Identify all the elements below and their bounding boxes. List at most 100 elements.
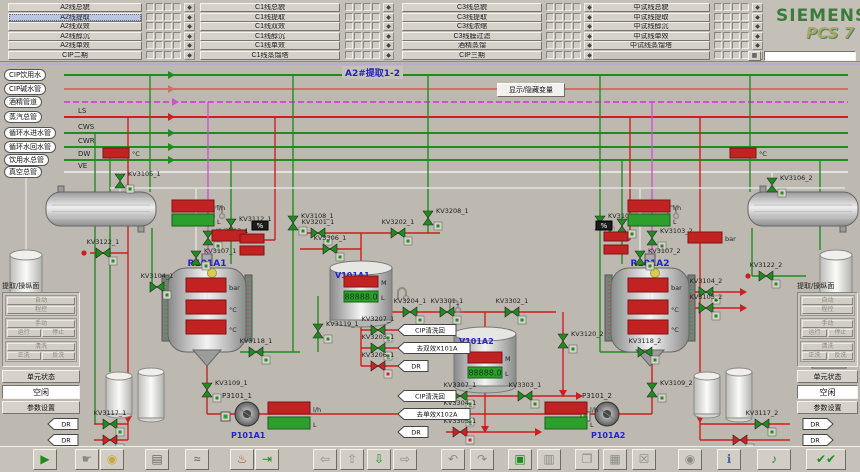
save-layout-button[interactable]: ▦ [603,449,627,470]
nav-button-pilot-line-1[interactable]: 中试线提取 [592,13,710,22]
nav-button-c1-line-1[interactable]: C1线提取 [200,13,340,22]
forward-button[interactable]: ⇨ [393,449,417,470]
bell-icon[interactable]: ◆ [184,41,195,50]
process-indicator[interactable]: l/h [628,200,681,212]
print-button[interactable]: ▥ [537,449,561,470]
bell-icon[interactable]: ◆ [383,51,394,60]
bell-icon[interactable]: ◆ [752,22,763,31]
audio-alarm-button[interactable]: ♪ [757,449,791,470]
panel-mode-button[interactable]: 手动 [7,320,75,328]
process-indicator[interactable]: L [268,417,317,429]
nav-button-c1-line-0[interactable]: C1线总貌 [200,3,340,12]
heat-exchanger-left[interactable] [46,186,156,232]
panel-mode-button[interactable]: 自动 [7,297,75,305]
down-button[interactable]: ⇩ [367,449,391,470]
panel-action-button[interactable]: 正洗 [802,352,827,360]
nav-button-c3-line-1[interactable]: C3线提取 [402,13,542,22]
panel-mode-button[interactable]: 手动 [802,320,853,328]
parameter-settings-button[interactable]: 参数设置 [2,401,80,414]
unit-status-button[interactable]: 单元状态 [2,370,80,383]
nav-button-c3-line-5[interactable]: CIP三期 [402,51,542,60]
panel-action-button[interactable]: 停止 [828,329,853,337]
undo-button[interactable]: ↶ [441,449,465,470]
command-button[interactable]: ▦ [748,51,761,61]
panel-mode-button[interactable]: 清洗 [802,343,853,351]
bell-icon[interactable]: ◆ [383,3,394,12]
valve-KV3109_2[interactable]: KV3109_2 [647,379,693,402]
nav-button-a2-line-1[interactable]: A2线提取 [8,13,142,22]
nav-button-a2-line-5[interactable]: CIP二期 [8,51,142,60]
valve-KV3105_1[interactable]: KV3105_1 [115,170,161,193]
process-indicator[interactable]: bar [688,232,736,243]
valve-KV3206_1[interactable]: KV3206_1 [362,351,395,378]
nav-button-c3-line-3[interactable]: C3线膜过滤 [402,32,542,41]
buffer-tank[interactable] [694,372,720,418]
tile-windows-button[interactable]: ❐ [575,449,599,470]
valve-KV3208_1[interactable]: KV3208_1 [423,207,469,230]
bell-icon[interactable]: ◆ [752,3,763,12]
bell-icon[interactable]: ◆ [184,32,195,41]
valve-KV3117_2[interactable]: KV3117_2 [746,409,779,436]
panel-action-button[interactable]: 反洗 [828,352,853,360]
report-button[interactable]: ▤ [145,449,169,470]
parameter-settings-button[interactable]: 参数设置 [797,401,858,414]
nav-button-c1-line-2[interactable]: C1线双效 [200,22,340,31]
process-indicator[interactable]: % [596,221,612,230]
valve-KV3118_1[interactable]: KV3118_1 [240,337,273,364]
process-indicator[interactable]: °C [103,148,140,158]
process-indicator[interactable] [240,234,264,243]
bell-icon[interactable]: ◆ [184,51,195,60]
valve-KV3305_1[interactable]: KV3305_1 [444,417,477,444]
nav-button-pilot-line-2[interactable]: 中试线醇沉 [592,22,710,31]
process-indicator[interactable]: L [172,214,221,226]
panel-action-button[interactable]: 程控 [7,306,75,314]
runtime-button[interactable]: ▶ [33,449,57,470]
nav-button-a2-line-3[interactable]: A2线醇沉 [8,32,142,41]
pointer-tool-button[interactable]: ☛ [75,449,99,470]
valve-KV3204_1[interactable]: KV3204_1 [394,297,427,324]
valve-KV3117_1[interactable]: KV3117_1 [94,409,127,436]
info-button[interactable]: ℹ [717,449,741,470]
heat-exchanger-right[interactable] [748,186,858,232]
import-button[interactable]: ▣ [508,449,532,470]
nav-button-c3-line-0[interactable]: C3线总貌 [402,3,542,12]
bell-icon[interactable]: ◆ [752,32,763,41]
process-indicator[interactable]: L [545,417,594,429]
valve-KV3122_2[interactable]: KV3122_2 [750,261,783,288]
up-button[interactable]: ⇧ [340,449,364,470]
process-indicator[interactable]: L [628,214,677,226]
thermometer-button[interactable]: ♨ [230,449,254,470]
alarm-button[interactable]: ◉ [100,449,124,470]
valve-KV3306_1[interactable]: KV3306_1 [314,234,347,261]
bell-icon[interactable]: ◆ [752,41,763,50]
valve-KV3202_1[interactable]: KV3202_1 [382,218,415,245]
process-indicator[interactable]: l/h [268,402,321,414]
acknowledge-button[interactable]: ✔✔ [806,449,846,470]
process-indicator[interactable] [240,246,264,255]
process-indicator[interactable]: °C [730,148,767,158]
nav-button-c1-line-3[interactable]: C1线醇沉 [200,32,340,41]
panel-action-button[interactable]: 运行 [7,329,41,337]
nav-button-pilot-line-5[interactable] [592,51,710,60]
preview-button[interactable]: ◉ [678,449,702,470]
nav-button-a2-line-2[interactable]: A2线双效 [8,22,142,31]
valve-KV3119_1[interactable]: KV3119_1 [313,320,359,343]
bell-icon[interactable]: ◆ [184,22,195,31]
trend-button[interactable]: ≈ [185,449,209,470]
valve-KV3122_1[interactable]: KV3122_1 [87,238,120,265]
bell-icon[interactable]: ◆ [752,13,763,22]
process-indicator[interactable]: l/h [172,200,225,212]
bell-icon[interactable]: ◆ [184,3,195,12]
valve-KV3303_1[interactable]: KV3303_1 [509,381,542,408]
nav-button-c3-line-4[interactable]: 酒精蒸馏 [402,41,542,50]
nav-button-pilot-line-3[interactable]: 中试线单效 [592,32,710,41]
bell-icon[interactable]: ◆ [383,13,394,22]
toggle-variables-button[interactable]: 显示/隐藏变量 [497,83,565,97]
nav-button-a2-line-0[interactable]: A2线总貌 [8,3,142,12]
valve-KV3302_1[interactable]: KV3302_1 [496,297,529,324]
process-indicator[interactable]: l/h [545,402,598,414]
bell-icon[interactable]: ◆ [383,22,394,31]
nav-button-pilot-line-4[interactable]: 中试线蒸馏塔 [592,41,710,50]
unit-status-button[interactable]: 单元状态 [797,370,858,383]
panel-action-button[interactable]: 正洗 [7,352,41,360]
